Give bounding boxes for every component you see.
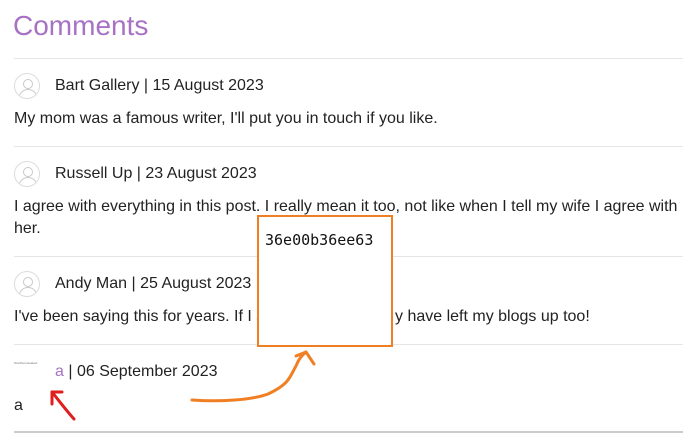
annotation-arrows [50,350,316,421]
red-arrow-icon [50,390,76,421]
orange-arrow-icon [190,350,316,403]
